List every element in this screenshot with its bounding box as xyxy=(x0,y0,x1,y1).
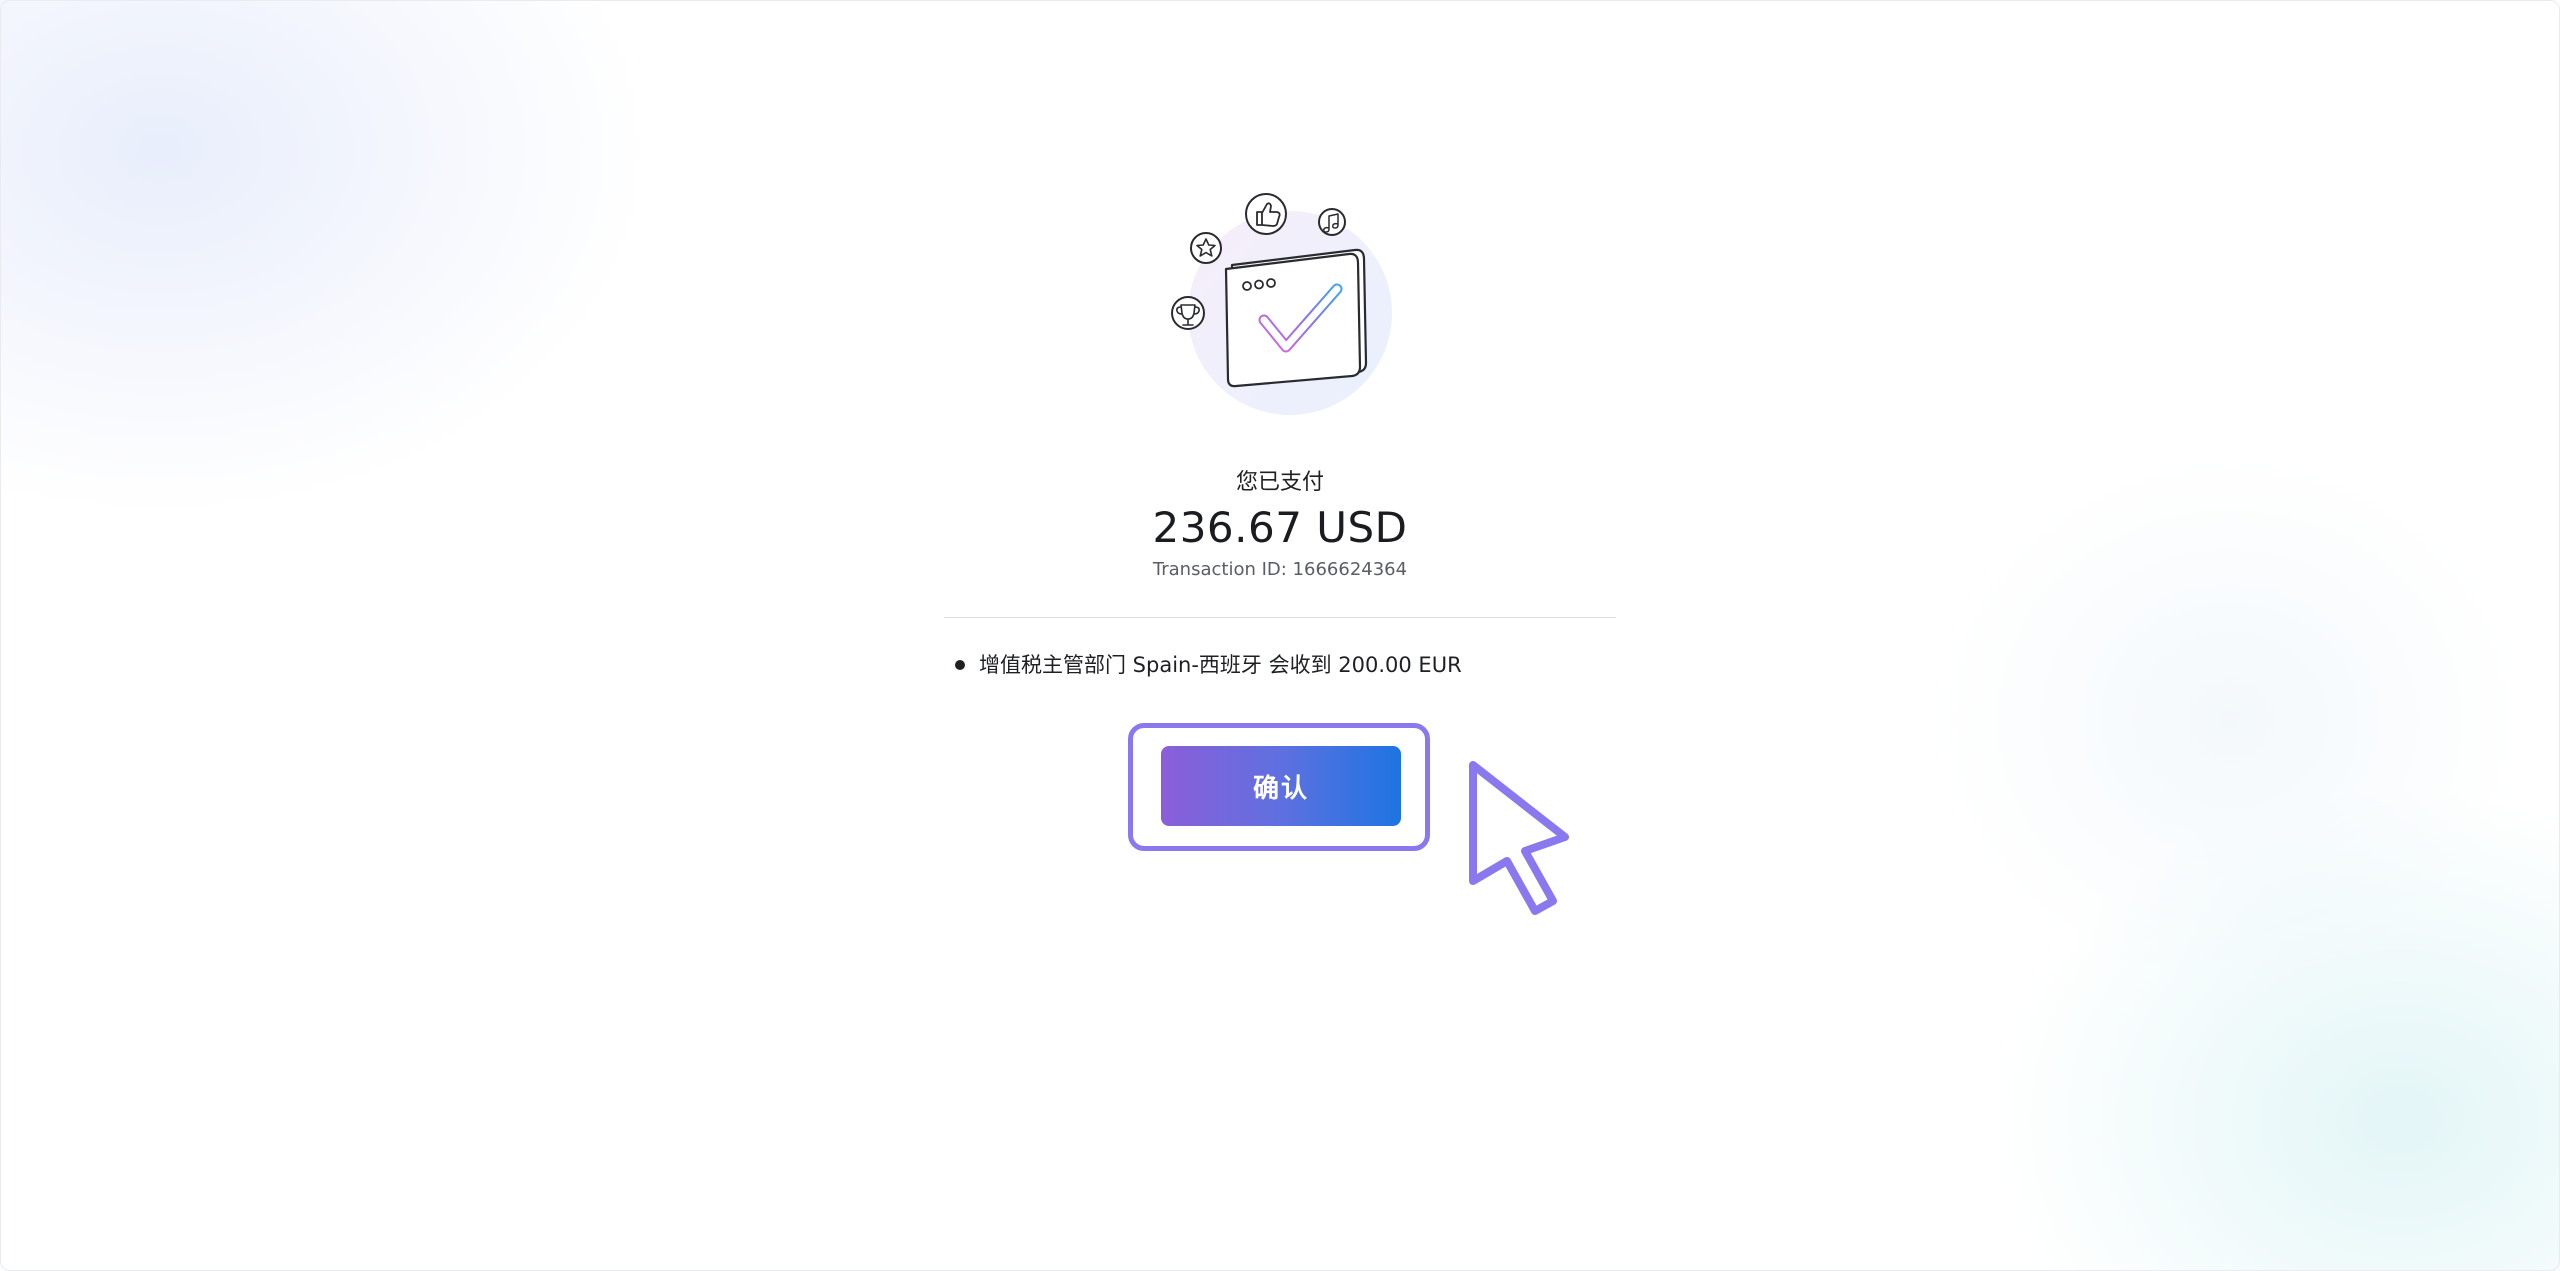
transaction-id: Transaction ID: 1666624364 xyxy=(1152,559,1408,580)
payment-details-list: 增值税主管部门 Spain-西班牙 会收到 200.00 EUR xyxy=(955,650,1462,680)
browser-window-icon xyxy=(1224,248,1368,388)
paid-label: 您已支付 xyxy=(1235,470,1324,495)
bullet-icon xyxy=(955,660,965,670)
list-item: 增值税主管部门 Spain-西班牙 会收到 200.00 EUR xyxy=(955,650,1462,680)
cursor-arrow-icon xyxy=(1469,761,1569,915)
thumbs-up-icon xyxy=(1245,193,1287,235)
star-icon xyxy=(1190,232,1222,264)
paid-amount: 236.67 USD xyxy=(1152,503,1408,552)
divider xyxy=(944,617,1616,618)
music-note-icon xyxy=(1318,208,1346,236)
payment-success-illustration xyxy=(1171,193,1392,415)
confirm-button[interactable]: 确认 xyxy=(1161,746,1401,826)
trophy-icon xyxy=(1171,296,1205,330)
vat-recipient-note: 增值税主管部门 Spain-西班牙 会收到 200.00 EUR xyxy=(979,653,1462,677)
